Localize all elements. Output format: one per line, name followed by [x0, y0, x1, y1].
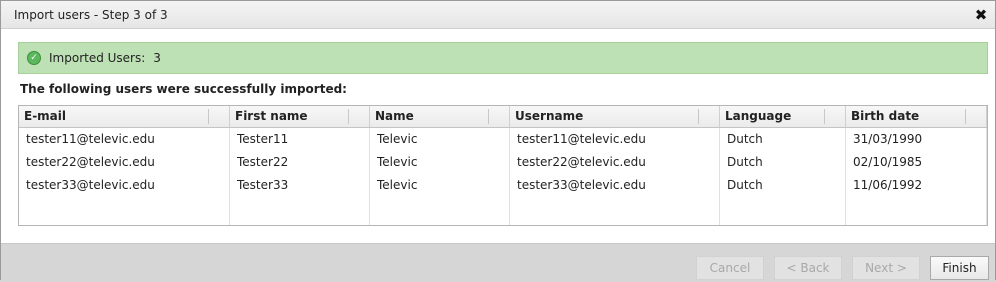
cell-birth-date: 31/03/1990 [846, 128, 987, 151]
empty-grid-space [19, 197, 987, 225]
dialog-title: Import users - Step 3 of 3 [14, 7, 168, 22]
cell-first-name: Tester33 [230, 174, 370, 197]
grid-body: tester11@televic.edu Tester11 Televic te… [19, 128, 987, 225]
table-row[interactable]: tester33@televic.edu Tester33 Televic te… [19, 174, 987, 197]
column-header-label: Birth date [851, 109, 920, 123]
table-row[interactable]: tester22@televic.edu Tester22 Televic te… [19, 151, 987, 174]
close-icon[interactable]: ✖ [973, 7, 989, 23]
cell-username: tester33@televic.edu [510, 174, 720, 197]
cell-birth-date: 02/10/1985 [846, 151, 987, 174]
column-header-label: Language [725, 109, 792, 123]
imported-users-label: Imported Users: [49, 51, 146, 65]
column-header-email[interactable]: E-mail [19, 106, 230, 127]
cell-birth-date: 11/06/1992 [846, 174, 987, 197]
column-header-username[interactable]: Username [510, 106, 720, 127]
cell-username: tester22@televic.edu [510, 151, 720, 174]
finish-button[interactable]: Finish [930, 256, 989, 280]
column-header-name[interactable]: Name [370, 106, 510, 127]
import-success-banner: ✓ Imported Users: 3 [18, 42, 988, 74]
cell-language: Dutch [720, 128, 846, 151]
column-header-label: First name [235, 109, 308, 123]
cell-first-name: Tester11 [230, 128, 370, 151]
cell-email: tester22@televic.edu [19, 151, 230, 174]
next-button[interactable]: Next > [852, 256, 920, 280]
cell-email: tester11@televic.edu [19, 128, 230, 151]
table-row[interactable]: tester11@televic.edu Tester11 Televic te… [19, 128, 987, 151]
cell-name: Televic [370, 174, 510, 197]
imported-users-count: 3 [153, 51, 161, 65]
cell-username: tester11@televic.edu [510, 128, 720, 151]
cell-first-name: Tester22 [230, 151, 370, 174]
cell-email: tester33@televic.edu [19, 174, 230, 197]
cell-language: Dutch [720, 151, 846, 174]
grid-header: E-mail First name Name Username Language… [19, 106, 987, 128]
dialog-footer: Cancel < Back Next > Finish [1, 243, 995, 282]
cell-name: Televic [370, 128, 510, 151]
column-header-birth-date[interactable]: Birth date [846, 106, 987, 127]
column-header-language[interactable]: Language [720, 106, 846, 127]
import-users-dialog: Import users - Step 3 of 3 ✖ ✓ Imported … [0, 0, 996, 282]
check-circle-icon: ✓ [27, 51, 41, 65]
cell-name: Televic [370, 151, 510, 174]
column-header-label: Name [375, 109, 414, 123]
back-button[interactable]: < Back [774, 256, 842, 280]
import-caption: The following users were successfully im… [20, 82, 347, 96]
column-header-first-name[interactable]: First name [230, 106, 370, 127]
column-header-label: E-mail [24, 109, 67, 123]
imported-users-grid: E-mail First name Name Username Language… [18, 105, 988, 226]
cancel-button[interactable]: Cancel [696, 256, 764, 280]
dialog-titlebar: Import users - Step 3 of 3 ✖ [1, 1, 995, 29]
cell-language: Dutch [720, 174, 846, 197]
column-header-label: Username [515, 109, 584, 123]
